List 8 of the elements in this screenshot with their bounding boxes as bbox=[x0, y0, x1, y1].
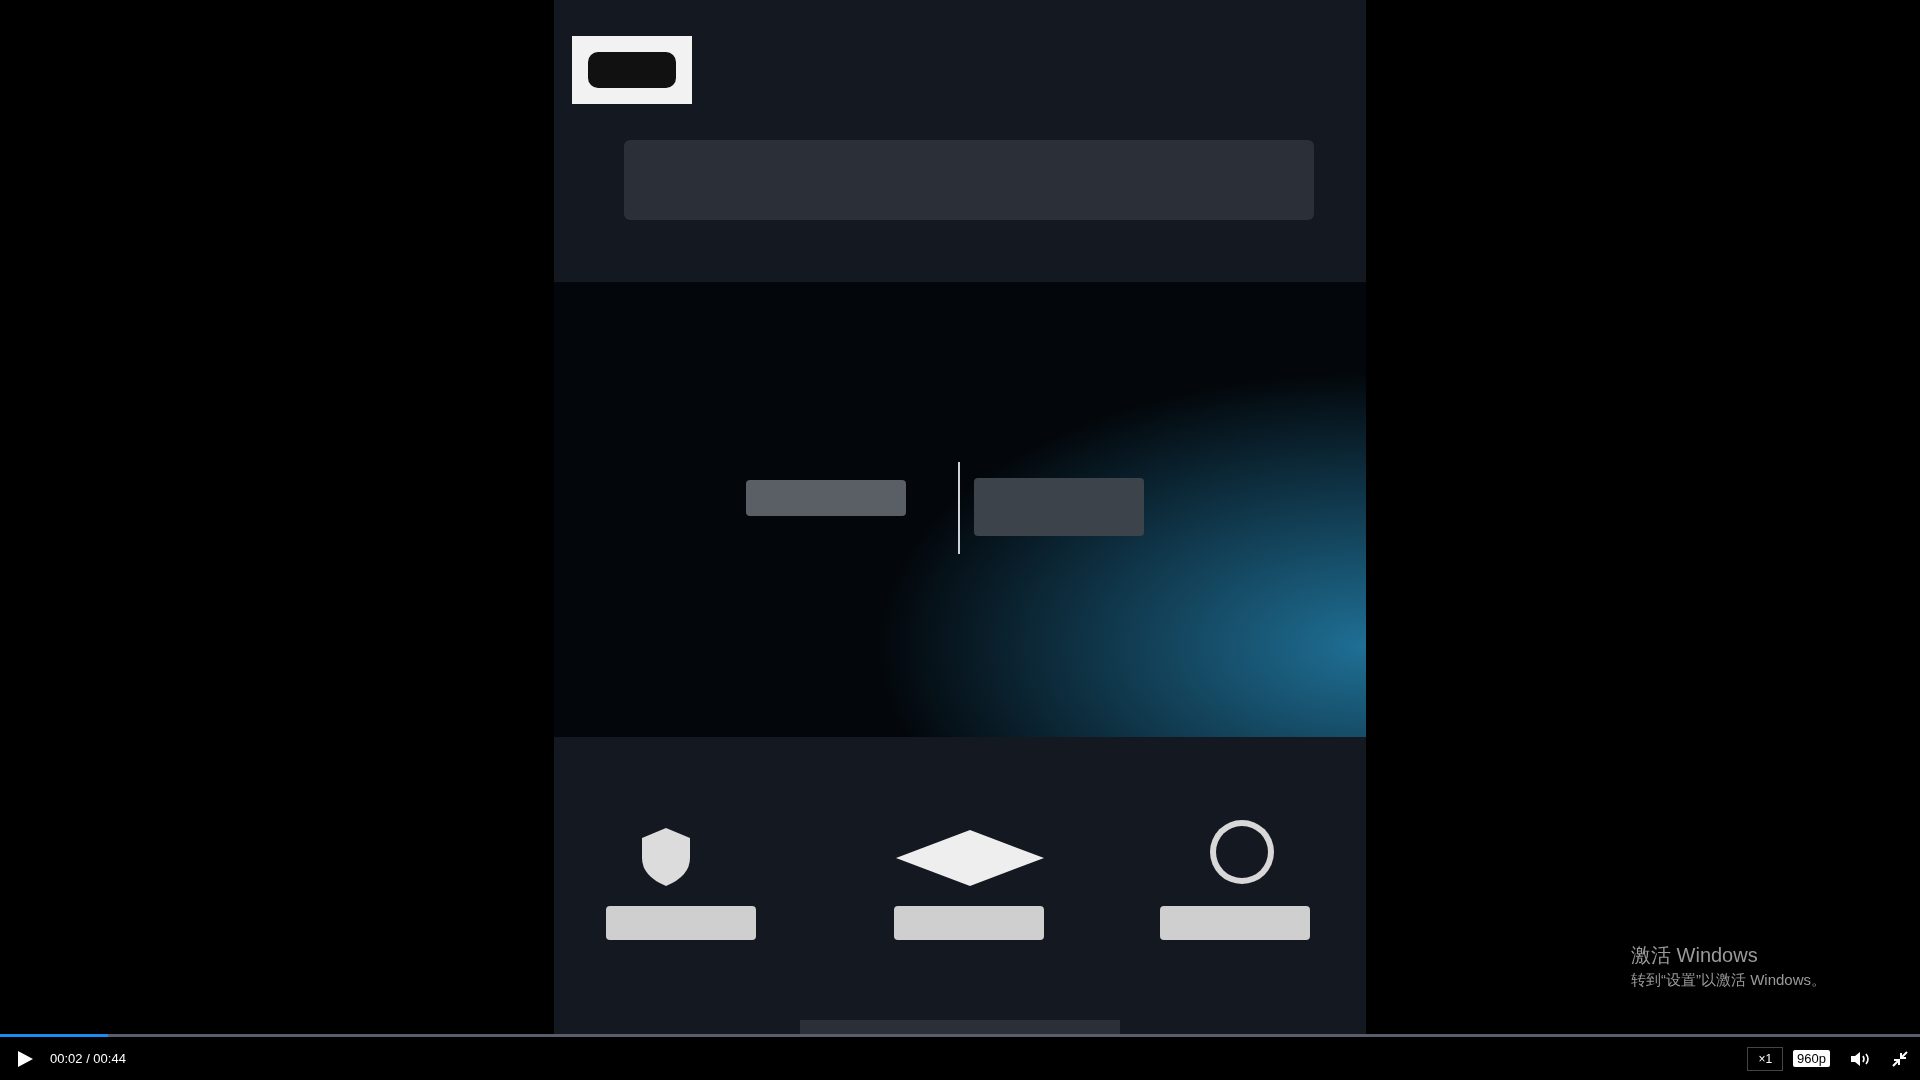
volume-icon[interactable] bbox=[1850, 1049, 1872, 1068]
exit-fullscreen-icon[interactable] bbox=[1892, 1050, 1908, 1067]
time-display: 00:02 / 00:44 bbox=[50, 1051, 126, 1066]
speed-button[interactable]: ×1 bbox=[1747, 1046, 1784, 1071]
activation-text: 转到“设置”以激活 Windows。 bbox=[1631, 971, 1826, 990]
quality-button[interactable]: 960p bbox=[1793, 1050, 1830, 1067]
activation-title: 激活 Windows bbox=[1631, 943, 1759, 968]
play-icon[interactable] bbox=[16, 1049, 34, 1068]
